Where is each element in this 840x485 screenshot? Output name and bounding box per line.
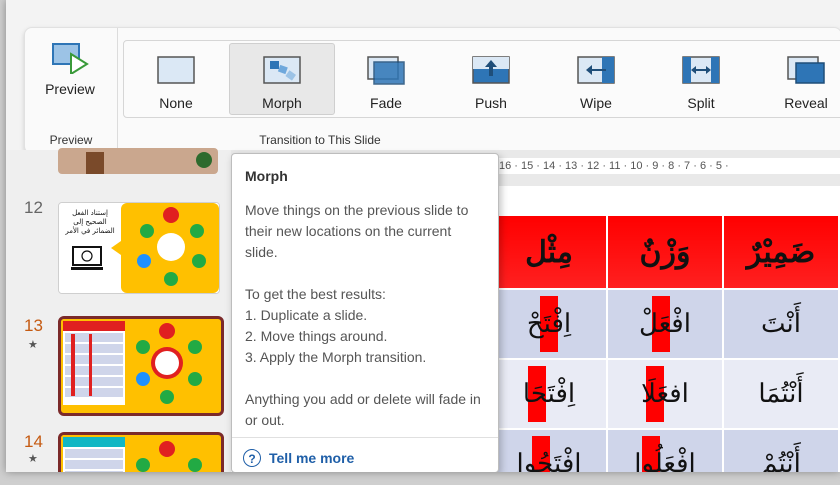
tooltip-note: Anything you add or delete will fade in …: [245, 391, 481, 428]
slide-13-transition-star: ★: [28, 339, 38, 351]
transition-none-label: None: [159, 95, 193, 111]
transition-group: None Morph Fade Push Wipe Split Reveal T…: [119, 28, 840, 153]
table-cell[interactable]: اِفْتَحَا: [490, 358, 608, 430]
table-cell[interactable]: أَنْتَ: [722, 288, 840, 360]
slide-number-12: 12: [24, 198, 43, 217]
preview-button-label: Preview: [45, 81, 95, 97]
table-cell[interactable]: افعَلَا: [606, 358, 724, 430]
slide-thumbnail-11[interactable]: [58, 148, 218, 174]
table-row: اِفْتَحَا افعَلَا أَنْتُمَا: [490, 358, 840, 430]
transition-push[interactable]: Push: [439, 44, 543, 114]
tell-me-more-label: Tell me more: [269, 450, 355, 466]
table-header-cell[interactable]: مِثْل: [490, 214, 608, 290]
morph-transition-icon: [263, 56, 301, 84]
preview-button[interactable]: Preview: [33, 36, 107, 114]
transition-reveal-label: Reveal: [784, 95, 828, 111]
reveal-transition-icon: [787, 56, 825, 84]
tooltip-steps-intro: To get the best results:: [245, 286, 386, 302]
tooltip-step-1: 1. Duplicate a slide.: [245, 307, 368, 323]
help-icon: ?: [243, 449, 261, 467]
tooltip-body: Move things on the previous slide to the…: [245, 200, 485, 452]
table-row: اِفْتَحْ افْعَلْ أَنْتَ: [490, 288, 840, 360]
wipe-transition-icon: [577, 56, 615, 84]
table-cell[interactable]: اِفْتَحُوا: [490, 428, 608, 472]
slide-12-title: إستناد الفعل الصحيح إلى الضمائر في الأمر: [65, 209, 115, 235]
tooltip-title: Morph: [245, 168, 288, 184]
morph-tooltip: Morph Move things on the previous slide …: [231, 153, 499, 472]
slides-thumbnail-pane: 12 إستناد الفعل الصحيح إلى الضمائر في ال…: [6, 148, 231, 472]
transition-wipe-label: Wipe: [580, 95, 612, 111]
transition-group-label: Transition to This Slide: [259, 133, 381, 147]
transitions-ribbon: Preview Preview None Morph Fade Push Wip…: [24, 27, 840, 154]
table-header-row: مِثْل وَزْنٌ ضَمِيْرٌ: [490, 214, 840, 290]
tell-me-more-link[interactable]: ? Tell me more: [243, 449, 354, 467]
table-row: اِفْتَحُوا افْعَلُوا أَنْتُمْ: [490, 428, 840, 472]
transition-fade-label: Fade: [370, 95, 402, 111]
none-transition-icon: [157, 56, 195, 84]
slide-thumbnail-14[interactable]: [58, 432, 224, 472]
fade-transition-icon: [367, 56, 405, 85]
slide-11-decor: [86, 152, 212, 174]
transition-split-label: Split: [687, 95, 715, 111]
slide-number-13: 13: [24, 316, 43, 335]
table-cell[interactable]: أَنْتُمَا: [722, 358, 840, 430]
slide-14-transition-star: ★: [28, 453, 38, 465]
split-transition-icon: [682, 56, 720, 84]
slide-13-preview: [61, 319, 215, 407]
table-header-cell[interactable]: وَزْنٌ: [606, 214, 724, 290]
preview-icon: [52, 43, 89, 76]
slide-number-14: 14: [24, 432, 43, 451]
app-window: Preview Preview None Morph Fade Push Wip…: [6, 0, 840, 472]
transition-gallery: None Morph Fade Push Wipe Split Reveal: [123, 40, 840, 118]
table-cell[interactable]: أَنْتُمْ: [722, 428, 840, 472]
transition-reveal[interactable]: Reveal: [754, 44, 840, 114]
tooltip-step-3: 3. Apply the Morph transition.: [245, 349, 427, 365]
table-cell[interactable]: اِفْتَحْ: [490, 288, 608, 360]
slide-thumbnail-12[interactable]: إستناد الفعل الصحيح إلى الضمائر في الأمر: [58, 202, 220, 294]
tooltip-divider: [232, 437, 498, 438]
arabic-conjugation-table[interactable]: مِثْل وَزْنٌ ضَمِيْرٌ اِفْتَحْ افْعَلْ أ…: [490, 214, 840, 472]
transition-morph[interactable]: Morph: [229, 43, 335, 115]
transition-none[interactable]: None: [124, 44, 228, 114]
slide-thumbnail-13[interactable]: [58, 316, 224, 416]
tooltip-description: Move things on the previous slide to the…: [245, 202, 469, 260]
transition-wipe[interactable]: Wipe: [544, 44, 648, 114]
transition-push-label: Push: [475, 95, 507, 111]
transition-fade[interactable]: Fade: [334, 44, 438, 114]
slide-14-preview: [61, 435, 215, 472]
table-cell[interactable]: افْعَلُوا: [606, 428, 724, 472]
push-transition-icon: [472, 56, 510, 84]
transition-morph-label: Morph: [262, 95, 302, 111]
table-cell[interactable]: افْعَلْ: [606, 288, 724, 360]
tooltip-step-2: 2. Move things around.: [245, 328, 388, 344]
transition-split[interactable]: Split: [649, 44, 753, 114]
table-header-cell[interactable]: ضَمِيْرٌ: [722, 214, 840, 290]
